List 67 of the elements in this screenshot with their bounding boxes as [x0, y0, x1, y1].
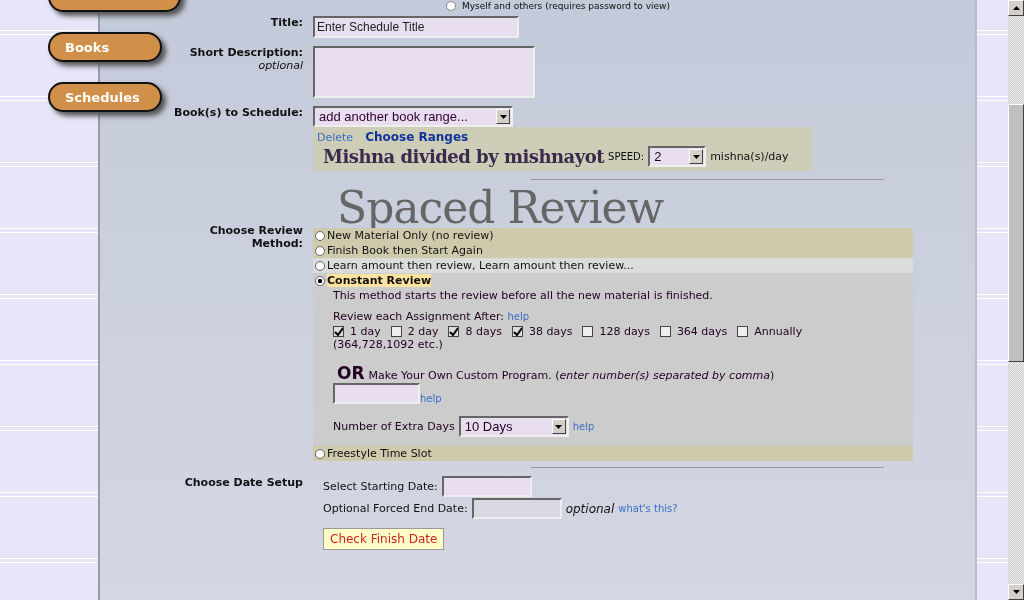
field-label: Book(s) to Schedule: — [174, 106, 303, 119]
option-label: New Material Only (no review) — [327, 229, 494, 242]
annual-note: (364,728,1092 etc.) — [333, 338, 444, 351]
dropdown-arrow-icon — [555, 424, 563, 429]
interval-label: 8 days — [465, 325, 502, 338]
speed-unit: mishna(s)/day — [710, 150, 789, 163]
custom-program-input[interactable] — [333, 383, 420, 404]
scroll-down-icon — [1012, 590, 1020, 594]
choose-ranges-link[interactable]: Choose Ranges — [365, 130, 469, 144]
or-label: OR — [337, 363, 365, 383]
method-option[interactable]: Freestyle Time Slot — [313, 446, 913, 461]
optional-hint: optional — [565, 501, 615, 516]
method-option[interactable]: Learn amount then review, Learn amount then review... — [313, 258, 913, 273]
radio-button[interactable] — [446, 1, 456, 11]
scroll-up-icon — [1012, 6, 1020, 10]
dropdown-arrow-icon — [499, 114, 507, 119]
extra-days-label: Number of Extra Days — [333, 420, 455, 433]
checkbox[interactable] — [390, 326, 402, 337]
option-label: Learn amount then review, Learn amount then review... — [327, 259, 634, 272]
checkbox[interactable] — [582, 326, 594, 337]
custom-program-text: Make Your Own Custom Program. (enter number(s) separated by comma) — [368, 369, 775, 382]
optional-hint: optional — [258, 59, 303, 72]
section-heading: Spaced Review — [337, 188, 664, 228]
radio-button[interactable] — [315, 260, 325, 271]
field-label: Choose Date Setup — [184, 476, 303, 489]
method-option[interactable]: New Material Only (no review) — [313, 228, 913, 243]
scrollbar[interactable] — [1008, 0, 1024, 600]
radio-button[interactable] — [315, 245, 325, 256]
radio-button[interactable] — [315, 275, 325, 286]
interval-label: 128 days — [599, 325, 650, 338]
interval-heading: Review each Assignment After: — [333, 310, 504, 323]
interval-label: Annually — [754, 325, 803, 338]
field-label: Choose Review Method: — [209, 224, 303, 250]
whats-this-link[interactable]: what's this? — [618, 503, 678, 514]
speed-label: SPEED: — [608, 151, 645, 162]
method-option[interactable] — [313, 273, 913, 446]
start-date-input[interactable] — [441, 476, 532, 497]
field-label: Title: — [270, 16, 303, 29]
method-description: This method starts the review before all the new material is finished. — [333, 289, 714, 302]
checkbox[interactable] — [333, 326, 344, 337]
title-input[interactable]: Enter Schedule Title — [313, 16, 519, 38]
check-finish-date-button[interactable]: Check Finish Date — [323, 528, 445, 550]
checkbox[interactable] — [448, 326, 460, 337]
description-textarea[interactable] — [313, 46, 535, 98]
book-range-select[interactable]: add another book range... — [313, 106, 513, 127]
option-label: Myself and others (requires password to view) — [462, 1, 670, 11]
interval-label: 2 day — [407, 325, 439, 338]
option-label: Finish Book then Start Again — [327, 244, 483, 257]
interval-label: 38 days — [528, 325, 573, 338]
method-option[interactable]: Finish Book then Start Again — [313, 243, 913, 258]
checkbox[interactable] — [659, 326, 671, 337]
radio-button[interactable] — [315, 230, 325, 241]
dropdown-arrow-icon — [692, 154, 700, 159]
book-name: Mishna divided by mishnayot — [323, 146, 605, 167]
extra-days-select[interactable]: 10 Days — [458, 416, 569, 437]
option-label: Freestyle Time Slot — [327, 447, 432, 460]
option-label: Constant Review — [327, 274, 432, 287]
speed-select[interactable]: 2 — [648, 146, 707, 167]
radio-button[interactable] — [315, 448, 325, 459]
checkbox[interactable] — [511, 326, 523, 337]
interval-label: 364 days — [676, 325, 728, 338]
end-date-input[interactable] — [471, 498, 562, 519]
interval-label: 1 day — [350, 325, 381, 338]
field-label: Short Description: — [189, 46, 303, 59]
checkbox[interactable] — [737, 326, 749, 337]
start-date-label: Select Starting Date: — [323, 480, 438, 493]
end-date-label: Optional Forced End Date: — [323, 502, 468, 515]
